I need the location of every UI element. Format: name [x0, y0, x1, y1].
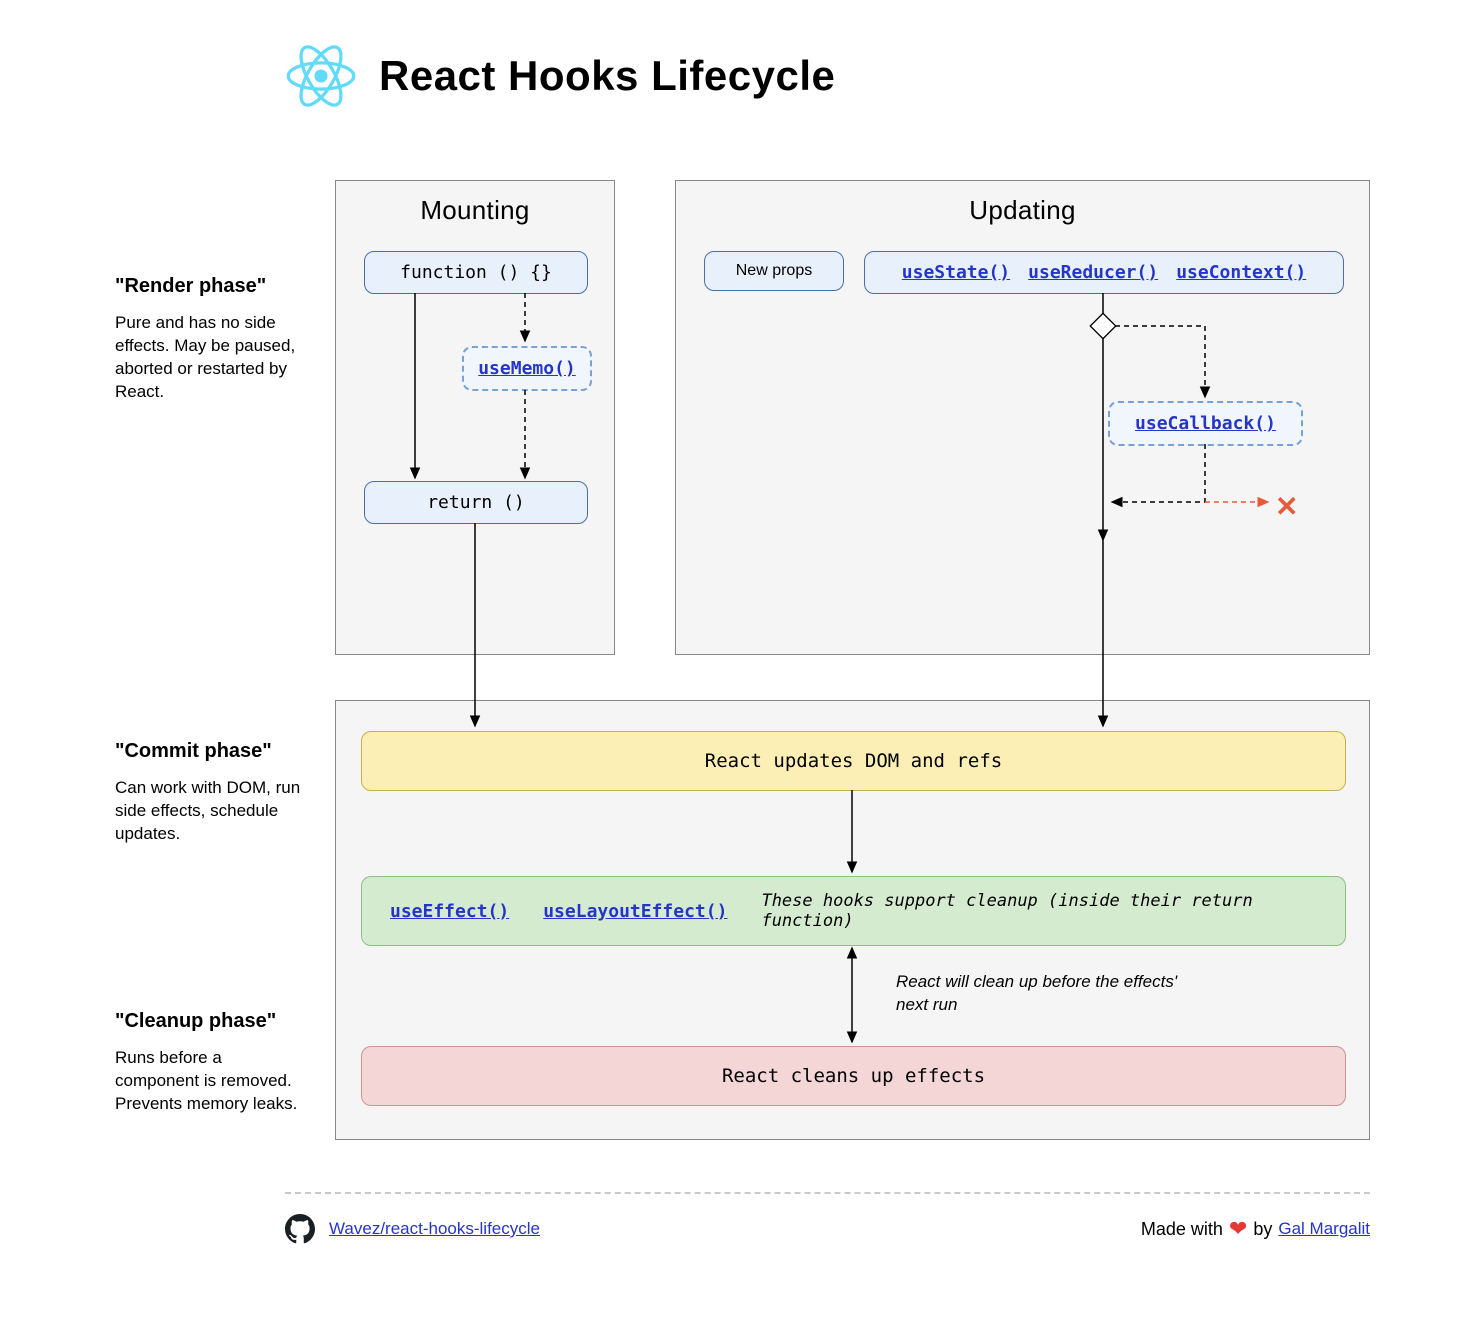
- usereducer-link[interactable]: useReducer(): [1028, 262, 1158, 283]
- react-logo-icon: [285, 40, 357, 112]
- dom-update-node: React updates DOM and refs: [361, 731, 1346, 791]
- by-text: by: [1253, 1219, 1272, 1240]
- repo-link[interactable]: Wavez/react-hooks-lifecycle: [329, 1219, 540, 1239]
- commit-panel: React updates DOM and refs useEffect() u…: [335, 700, 1370, 1140]
- usecontext-link[interactable]: useContext(): [1176, 262, 1306, 283]
- usecallback-link[interactable]: useCallback(): [1135, 413, 1276, 434]
- usecallback-node[interactable]: useCallback(): [1108, 401, 1303, 446]
- x-stop-icon: ✕: [1275, 490, 1298, 523]
- useeffect-link[interactable]: useEffect(): [390, 901, 509, 922]
- between-note: React will clean up before the effects' …: [896, 971, 1196, 1017]
- cleanup-phase-desc: Runs before a component is removed. Prev…: [115, 1047, 310, 1116]
- updating-panel: Updating New props useState() useReducer…: [675, 180, 1370, 655]
- heart-icon: ❤: [1229, 1216, 1247, 1242]
- mounting-title: Mounting: [336, 195, 614, 226]
- cleanup-phase-heading: "Cleanup phase": [115, 1010, 310, 1033]
- uselayouteffect-link[interactable]: useLayoutEffect(): [543, 901, 727, 922]
- github-icon: [285, 1214, 315, 1244]
- mounting-panel: Mounting function () {} useMemo() return…: [335, 180, 615, 655]
- author-link[interactable]: Gal Margalit: [1278, 1219, 1370, 1239]
- return-node: return (): [364, 481, 588, 524]
- effects-note: These hooks support cleanup (inside thei…: [761, 891, 1317, 931]
- updating-hooks-node: useState() useReducer() useContext(): [864, 251, 1344, 294]
- function-node: function () {}: [364, 251, 588, 294]
- usestate-link[interactable]: useState(): [902, 262, 1010, 283]
- commit-phase-desc: Can work with DOM, run side effects, sch…: [115, 777, 310, 846]
- page-title: React Hooks Lifecycle: [379, 52, 835, 100]
- cleanup-node: React cleans up effects: [361, 1046, 1346, 1106]
- commit-phase-heading: "Commit phase": [115, 740, 310, 763]
- render-phase-desc: Pure and has no side effects. May be pau…: [115, 312, 310, 404]
- usememo-node[interactable]: useMemo(): [462, 346, 592, 391]
- newprops-node: New props: [704, 251, 844, 291]
- render-phase-heading: "Render phase": [115, 275, 310, 298]
- effects-node: useEffect() useLayoutEffect() These hook…: [361, 876, 1346, 946]
- made-with-text: Made with: [1141, 1219, 1223, 1240]
- updating-title: Updating: [676, 195, 1369, 226]
- usememo-link[interactable]: useMemo(): [478, 358, 576, 379]
